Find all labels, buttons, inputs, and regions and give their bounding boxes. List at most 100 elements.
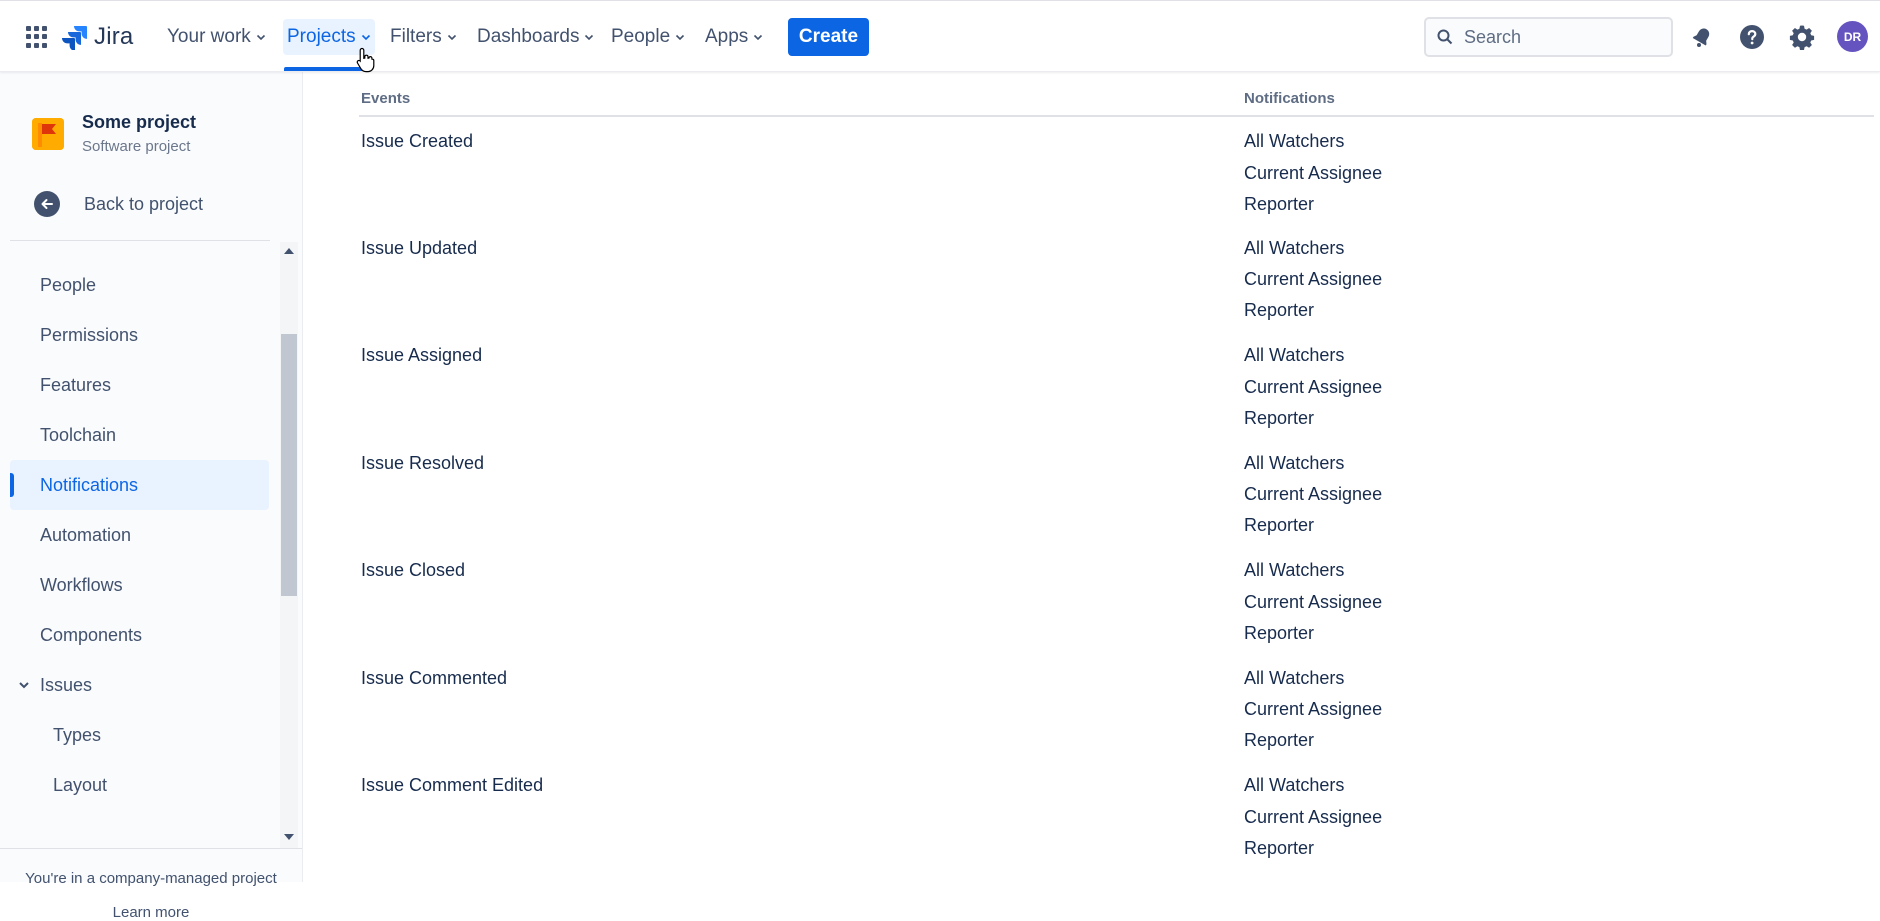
notification-recipient: Current Assignee xyxy=(1244,699,1383,719)
sidebar-footer: You're in a company-managed project Lear… xyxy=(0,848,302,921)
table-row: Issue Created All Watchers Current Assig… xyxy=(304,131,1880,238)
scroll-down-arrow-icon[interactable] xyxy=(284,834,294,840)
event-name: Issue Created xyxy=(361,131,474,151)
sidebar-item-automation[interactable]: Automation xyxy=(10,510,269,560)
chevron-down-icon xyxy=(447,34,456,41)
jira-logo-icon xyxy=(62,26,87,50)
search-input[interactable] xyxy=(1464,26,1654,48)
sidebar-item-label: Layout xyxy=(53,774,108,795)
sidebar-item-label: People xyxy=(40,274,97,295)
notification-recipient: Reporter xyxy=(1244,623,1315,643)
search-box[interactable] xyxy=(1424,17,1673,57)
chevron-down-icon xyxy=(585,34,594,41)
search-icon xyxy=(1437,29,1453,45)
sidebar-item-permissions[interactable]: Permissions xyxy=(10,310,269,360)
settings-gear-icon[interactable] xyxy=(1786,21,1818,53)
sidebar-item-label: Notifications xyxy=(40,474,139,495)
nav-dashboards[interactable]: Dashboards xyxy=(473,19,598,55)
event-name: Issue Commented xyxy=(361,668,508,688)
notification-recipient: All Watchers xyxy=(1244,775,1345,795)
table-row: Issue Commented All Watchers Current Ass… xyxy=(304,668,1880,775)
nav-filters-label: Filters xyxy=(390,26,442,47)
project-type: Software project xyxy=(82,138,191,155)
chevron-down-icon xyxy=(754,34,763,41)
settings-menu: People Permissions Features Toolchain No… xyxy=(10,244,278,848)
arrow-left-icon xyxy=(34,191,60,217)
chevron-down-icon xyxy=(19,682,29,689)
table-row: Issue Updated All Watchers Current Assig… xyxy=(304,238,1880,345)
notification-recipient: All Watchers xyxy=(1244,345,1345,365)
create-button[interactable]: Create xyxy=(788,18,869,56)
help-icon[interactable] xyxy=(1736,21,1768,53)
hand-pointer-cursor-icon xyxy=(356,47,375,73)
sidebar-item-label: Permissions xyxy=(40,324,139,345)
nav-people-label: People xyxy=(611,26,671,47)
sidebar-item-label: Toolchain xyxy=(40,424,117,445)
sidebar-item-label: Issues xyxy=(40,674,93,695)
nav-apps[interactable]: Apps xyxy=(701,19,767,55)
back-to-project-link[interactable]: Back to project xyxy=(34,191,203,217)
column-header-notifications: Notifications xyxy=(1244,90,1335,107)
learn-more-link[interactable]: Learn more xyxy=(0,904,302,921)
header-divider xyxy=(359,115,1874,117)
project-avatar-icon[interactable] xyxy=(32,118,64,150)
notification-recipient: Reporter xyxy=(1244,300,1315,320)
notification-recipient: All Watchers xyxy=(1244,131,1345,151)
table-row: Issue Resolved All Watchers Current Assi… xyxy=(304,453,1880,560)
project-sidebar: Some project Software project Back to pr… xyxy=(0,72,303,921)
sidebar-item-label: Types xyxy=(53,724,102,745)
jira-logo[interactable]: Jira xyxy=(62,21,133,53)
sidebar-item-label: Features xyxy=(40,374,112,395)
back-to-project-label: Back to project xyxy=(84,193,204,214)
notification-recipient: Reporter xyxy=(1244,408,1315,428)
nav-filters[interactable]: Filters xyxy=(386,19,461,55)
sidebar-divider xyxy=(10,240,270,241)
table-row: Issue Comment Edited All Watchers Curren… xyxy=(304,775,1880,882)
scroll-up-arrow-icon[interactable] xyxy=(284,248,294,254)
notifications-bell-icon[interactable] xyxy=(1686,21,1718,53)
table-row: Issue Closed All Watchers Current Assign… xyxy=(304,560,1880,667)
sidebar-item-layout[interactable]: Layout xyxy=(10,760,269,810)
app-switcher-icon[interactable] xyxy=(26,26,48,48)
notification-recipient: All Watchers xyxy=(1244,238,1345,258)
event-name: Issue Updated xyxy=(361,238,478,258)
event-name: Issue Resolved xyxy=(361,453,485,473)
sidebar-item-people[interactable]: People xyxy=(10,260,269,310)
notification-recipient: Reporter xyxy=(1244,194,1315,214)
notification-recipient: Current Assignee xyxy=(1244,163,1383,183)
notification-recipient: Current Assignee xyxy=(1244,269,1383,289)
event-name: Issue Assigned xyxy=(361,345,483,365)
nav-your-work[interactable]: Your work xyxy=(163,19,270,55)
project-name[interactable]: Some project xyxy=(82,112,196,133)
nav-your-work-label: Your work xyxy=(167,26,251,47)
user-avatar[interactable]: DR xyxy=(1837,21,1868,52)
sidebar-item-workflows[interactable]: Workflows xyxy=(10,560,269,610)
nav-people[interactable]: People xyxy=(607,19,689,55)
notification-recipient: Reporter xyxy=(1244,730,1315,750)
sidebar-item-label: Automation xyxy=(40,524,132,545)
chevron-down-icon xyxy=(676,34,685,41)
sidebar-item-notifications[interactable]: Notifications xyxy=(10,460,269,510)
sidebar-item-toolchain[interactable]: Toolchain xyxy=(10,410,269,460)
notification-recipient: All Watchers xyxy=(1244,560,1345,580)
notification-recipient: Reporter xyxy=(1244,838,1315,858)
logo-text: Jira xyxy=(94,23,134,50)
sidebar-item-issues[interactable]: Issues xyxy=(10,660,269,710)
sidebar-item-components[interactable]: Components xyxy=(10,610,269,660)
nav-projects-label: Projects xyxy=(287,26,356,47)
top-navigation: Jira Your work Projects Filters Dashboar… xyxy=(0,0,1880,73)
table-row: Issue Assigned All Watchers Current Assi… xyxy=(304,345,1880,452)
sidebar-scrollbar-thumb[interactable] xyxy=(281,334,297,596)
company-managed-notice: You're in a company-managed project xyxy=(25,870,277,887)
notification-recipient: Current Assignee xyxy=(1244,592,1383,612)
sidebar-item-features[interactable]: Features xyxy=(10,360,269,410)
notification-recipient: Current Assignee xyxy=(1244,377,1383,397)
sidebar-item-types[interactable]: Types xyxy=(10,710,269,760)
nav-dashboards-label: Dashboards xyxy=(477,26,580,47)
chevron-down-icon xyxy=(361,34,370,41)
event-name: Issue Closed xyxy=(361,560,466,580)
notification-recipient: All Watchers xyxy=(1244,453,1345,473)
sidebar-item-label: Components xyxy=(40,624,143,645)
notification-recipient: Reporter xyxy=(1244,515,1315,535)
column-header-events: Events xyxy=(361,90,411,107)
